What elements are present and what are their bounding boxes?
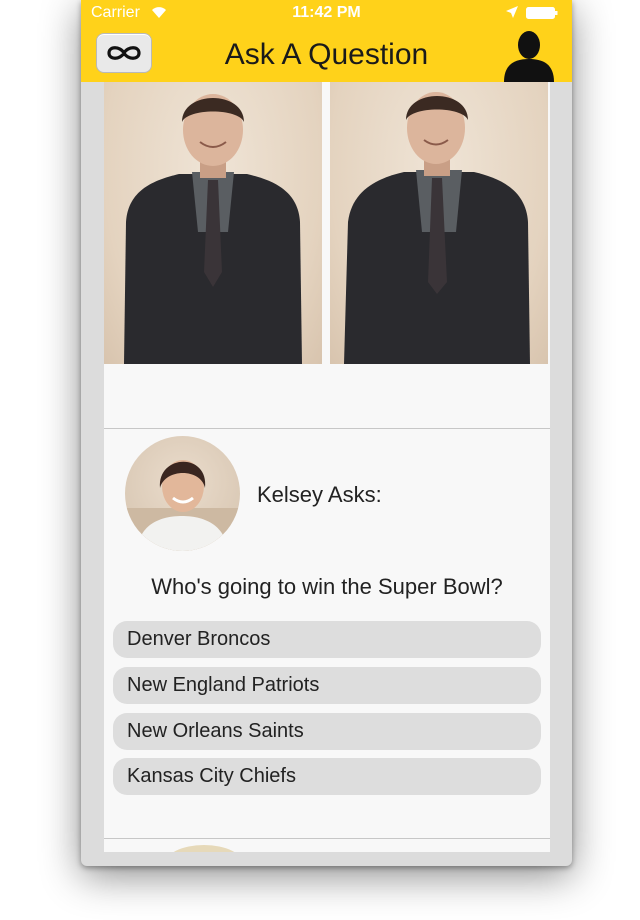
- location-arrow-icon: [506, 6, 518, 18]
- divider: [104, 838, 550, 839]
- answer-option[interactable]: New Orleans Saints: [113, 713, 541, 750]
- answer-option[interactable]: Denver Broncos: [113, 621, 541, 658]
- photo-pair: [104, 82, 550, 364]
- person-avatar-icon: [125, 460, 240, 551]
- person-photo-icon: [124, 94, 302, 364]
- status-bar: Carrier 11:42 PM: [81, 0, 572, 28]
- answer-option[interactable]: Kansas City Chiefs: [113, 758, 541, 795]
- status-time: 11:42 PM: [292, 4, 361, 21]
- person-photo-icon: [344, 92, 530, 364]
- phone-screen: Carrier 11:42 PM Ask A Question Kelsey A…: [81, 0, 572, 866]
- profile-silhouette-icon[interactable]: [501, 28, 557, 82]
- option-photo-left[interactable]: [104, 82, 322, 364]
- option-photo-right[interactable]: [330, 82, 548, 364]
- question-feed[interactable]: Kelsey Asks: Who's going to win the Supe…: [104, 82, 550, 852]
- avatar[interactable]: [125, 436, 240, 551]
- question-text: Who's going to win the Super Bowl?: [151, 574, 503, 599]
- asker-label: Kelsey Asks:: [257, 482, 382, 507]
- divider: [104, 428, 550, 429]
- page-title: Ask A Question: [224, 38, 429, 71]
- next-card-avatar: [164, 845, 244, 852]
- answer-option[interactable]: New England Patriots: [113, 667, 541, 704]
- battery-icon: [526, 7, 558, 19]
- nav-bar: Ask A Question: [81, 28, 572, 82]
